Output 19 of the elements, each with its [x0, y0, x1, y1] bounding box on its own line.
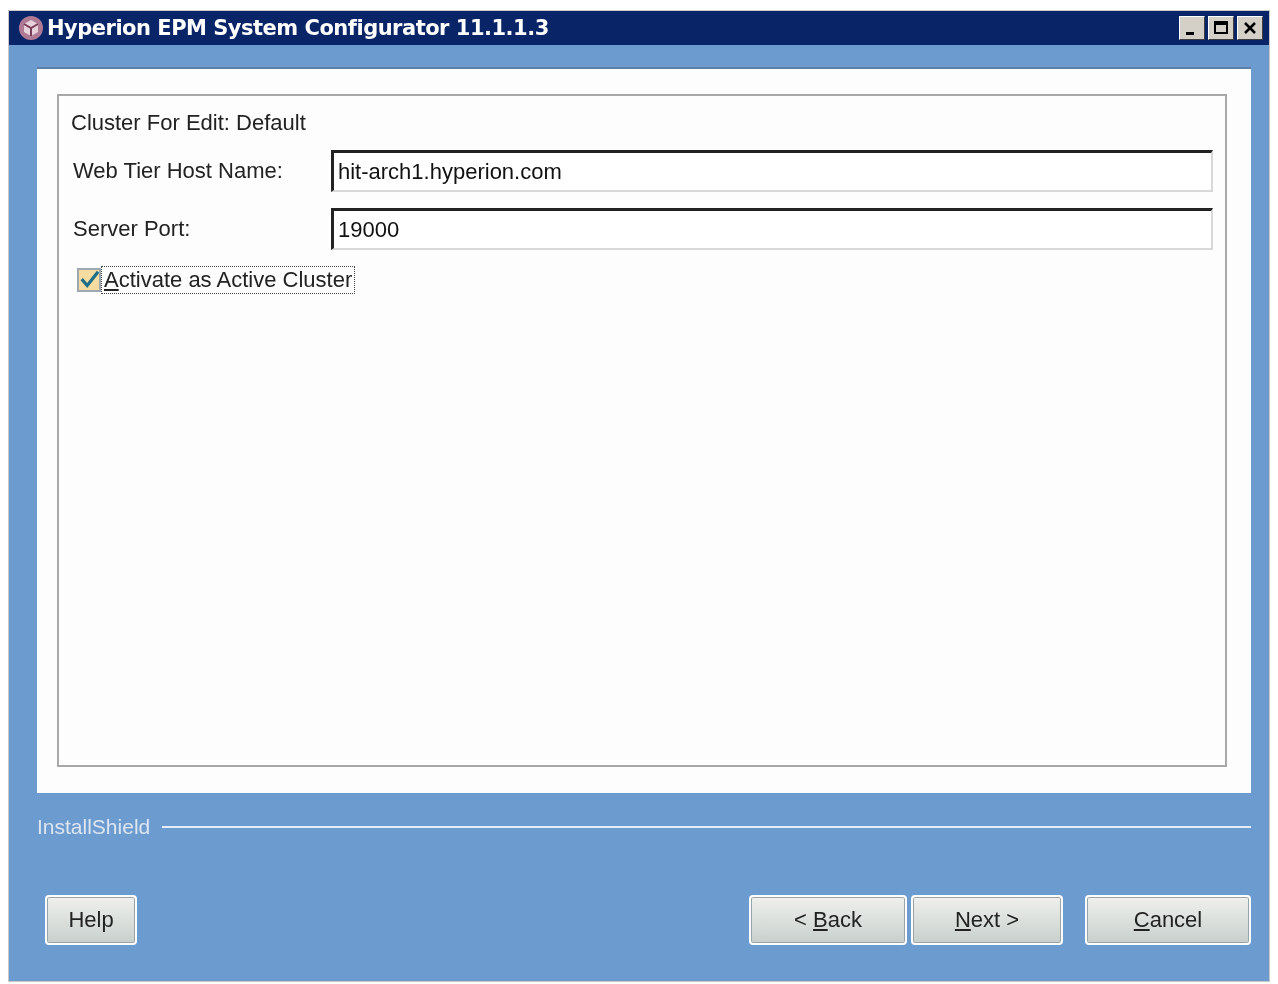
input-field[interactable]: 19000 [331, 208, 1213, 250]
field-label: Web Tier Host Name: [72, 158, 284, 184]
field-label: Server Port: [72, 216, 192, 242]
brand-label: InstallShield [37, 815, 151, 839]
window-title: Hyperion EPM System Configurator 11.1.1.3 [47, 16, 550, 40]
input-field[interactable]: hit-arch1.hyperion.com [331, 150, 1213, 192]
dialog-button[interactable]: < Back [749, 895, 907, 945]
close-button[interactable] [1237, 16, 1263, 40]
dialog-button[interactable]: Cancel [1085, 895, 1251, 945]
cube-icon [17, 14, 45, 42]
checkbox[interactable] [77, 268, 101, 292]
maximize-button[interactable] [1208, 16, 1234, 40]
dialog-button[interactable]: Help [45, 895, 137, 945]
minimize-icon [1185, 32, 1194, 35]
minimize-button[interactable] [1179, 16, 1205, 40]
maximize-icon [1213, 20, 1229, 36]
cluster-heading: Cluster For Edit: Default [71, 110, 307, 136]
close-icon [1242, 20, 1258, 36]
dialog-button[interactable]: Next > [911, 895, 1063, 945]
